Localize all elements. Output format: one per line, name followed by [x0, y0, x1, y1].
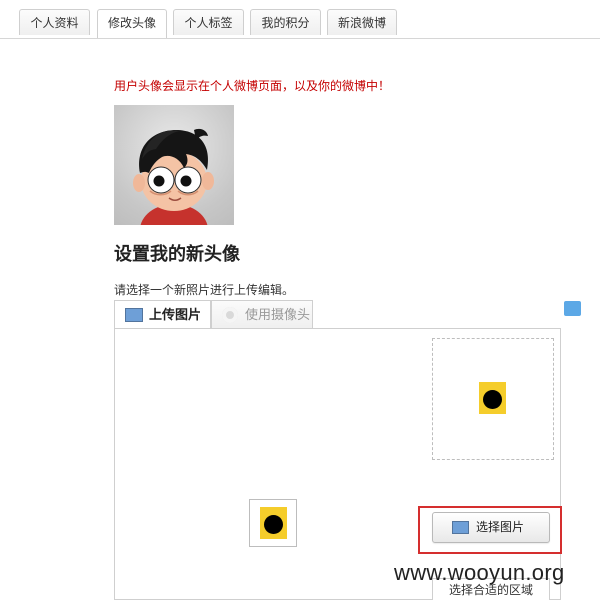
tab-my-points[interactable]: 我的积分 [250, 9, 321, 35]
choose-image-button-label: 选择图片 [476, 520, 525, 534]
tab-change-avatar[interactable]: 修改头像 [97, 9, 167, 38]
upload-instruction: 请选择一个新照片进行上传编辑。 [114, 283, 295, 297]
upload-image-icon [125, 308, 143, 322]
current-avatar [114, 105, 234, 225]
tab-sina-weibo[interactable]: 新浪微博 [327, 9, 397, 35]
watermark: www.wooyun.org [394, 560, 565, 585]
upload-image-tab-label: 上传图片 [149, 308, 202, 323]
choose-image-icon [452, 521, 469, 534]
camera-icon [222, 307, 238, 323]
avatar-display-notice: 用户头像会显示在个人微博页面，以及你的微博中！ [114, 79, 391, 93]
camera-toggle-icon[interactable] [564, 301, 581, 316]
profile-tabbar: 个人资料 修改头像 个人标签 我的积分 新浪微博 [0, 0, 600, 39]
cartoon-avatar-icon [133, 128, 214, 225]
preview-black-dot-icon [264, 515, 283, 534]
choose-image-button[interactable]: 选择图片 [432, 512, 550, 543]
tab-profile-info[interactable]: 个人资料 [19, 9, 90, 35]
avatar-preview-large [432, 338, 554, 460]
preview-yellow-image [479, 382, 506, 414]
avatar-preview-small [249, 499, 297, 547]
new-avatar-heading: 设置我的新头像 [114, 244, 240, 265]
use-camera-tab-label: 使用摄像头 [245, 308, 311, 323]
preview-yellow-thumbnail [260, 507, 287, 539]
tab-personal-tags[interactable]: 个人标签 [173, 9, 244, 35]
avatar-settings-page: 个人资料 修改头像 个人标签 我的积分 新浪微博 用户头像会显示在个人微博页面，… [0, 0, 600, 600]
preview-black-dot-icon [483, 390, 502, 409]
upload-image-tab[interactable]: 上传图片 [114, 300, 211, 329]
use-camera-tab[interactable]: 使用摄像头 [211, 300, 313, 329]
